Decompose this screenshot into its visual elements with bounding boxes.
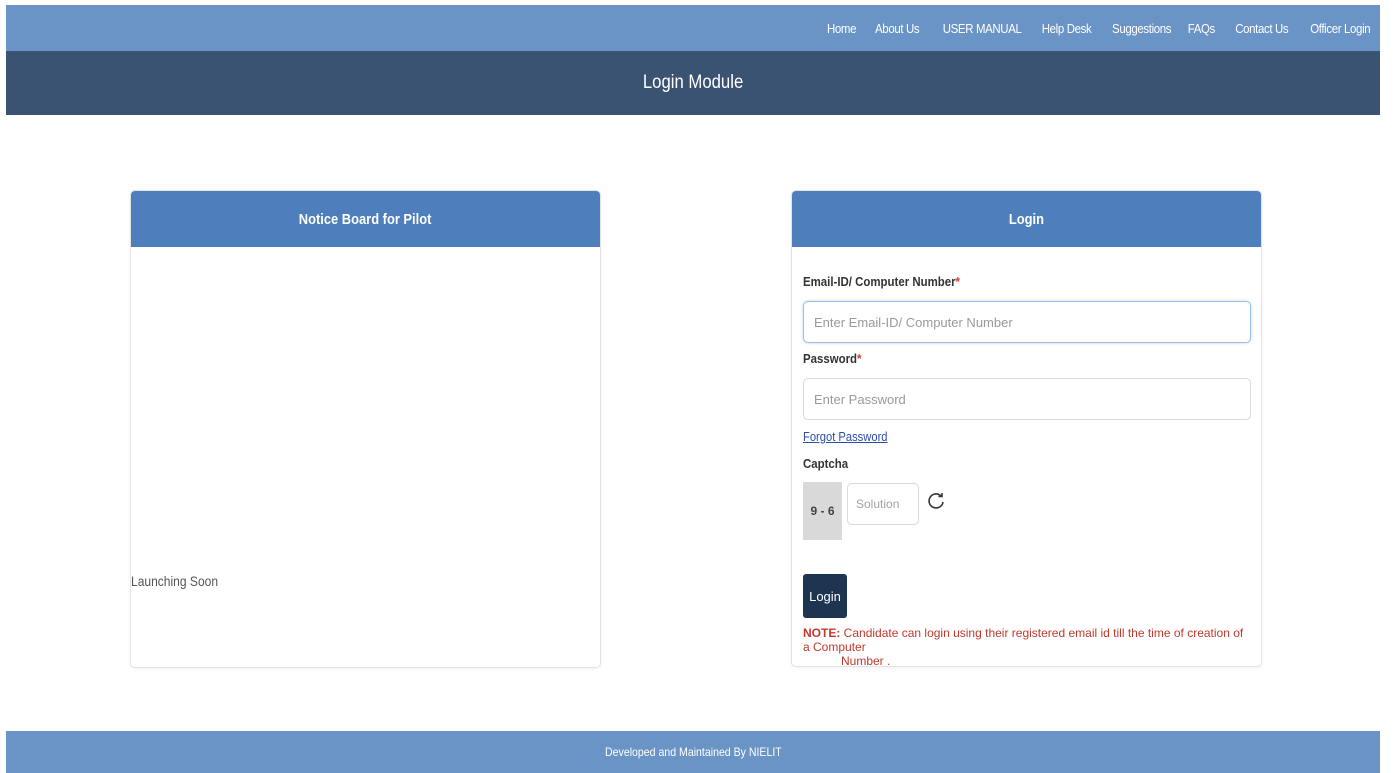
- notice-board-card: Notice Board for Pilot Launching Soon: [130, 190, 601, 668]
- page-title-bar: Login Module: [6, 51, 1380, 115]
- required-marker: *: [955, 274, 961, 289]
- note-text: Candidate can login using their register…: [803, 626, 1244, 654]
- nav-home[interactable]: Home: [827, 21, 856, 36]
- login-card-title: Login: [1008, 210, 1045, 228]
- footer: Developed and Maintained By NIELIT: [6, 731, 1380, 773]
- note-prefix: NOTE:: [803, 626, 841, 640]
- nav-user-manual[interactable]: USER MANUAL: [943, 21, 1022, 36]
- password-input[interactable]: [803, 378, 1251, 420]
- note-text-continued: Number .: [841, 654, 891, 668]
- captcha-value: 9 - 6: [810, 504, 835, 518]
- nav-faqs[interactable]: FAQs: [1188, 21, 1216, 36]
- captcha-label: Captcha: [803, 456, 849, 471]
- required-marker: *: [857, 351, 862, 366]
- notice-board-title: Notice Board for Pilot: [299, 210, 432, 228]
- notice-text: Launching Soon: [131, 573, 219, 589]
- email-input[interactable]: [803, 301, 1251, 343]
- password-label-text: Password: [803, 351, 858, 366]
- nav-help-desk[interactable]: Help Desk: [1042, 21, 1092, 36]
- nav-about-us[interactable]: About Us: [875, 21, 920, 36]
- login-card-header: Login: [792, 191, 1261, 247]
- password-label: Password*: [803, 351, 862, 366]
- top-navigation: Home About Us USER MANUAL Help Desk Sugg…: [6, 5, 1380, 51]
- nav-contact-us[interactable]: Contact Us: [1236, 21, 1289, 36]
- nav-officer-login[interactable]: Officer Login: [1310, 21, 1370, 36]
- login-card: Login Email-ID/ Computer Number* Passwor…: [791, 190, 1262, 668]
- forgot-password-link[interactable]: Forgot Password: [803, 429, 888, 444]
- email-label-text: Email-ID/ Computer Number: [803, 274, 956, 289]
- refresh-icon[interactable]: [926, 491, 946, 511]
- captcha-image: 9 - 6: [803, 482, 842, 540]
- notice-board-header: Notice Board for Pilot: [131, 191, 600, 247]
- login-note: NOTE: Candidate can login using their re…: [803, 626, 1253, 668]
- page-title: Login Module: [642, 72, 744, 93]
- footer-text: Developed and Maintained By NIELIT: [604, 745, 782, 759]
- nav-suggestions[interactable]: Suggestions: [1112, 21, 1171, 36]
- email-label: Email-ID/ Computer Number*: [803, 274, 960, 289]
- captcha-solution-input[interactable]: [847, 483, 919, 525]
- login-button[interactable]: Login: [803, 574, 847, 618]
